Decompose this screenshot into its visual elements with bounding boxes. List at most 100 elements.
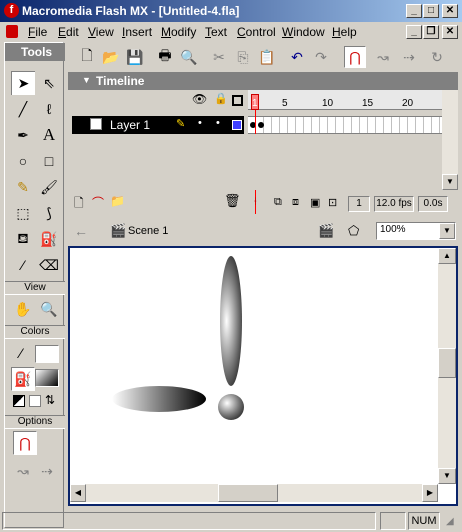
paint-bucket-tool-icon[interactable]: ⛽	[37, 227, 61, 251]
keyframe-2[interactable]	[258, 122, 264, 128]
layer-color-swatch[interactable]	[232, 120, 242, 130]
fill-transform-tool-icon[interactable]: ⟆	[37, 201, 61, 225]
edit-scene-icon[interactable]: 🎬	[318, 223, 334, 239]
fill-color-icon[interactable]: ⛽	[11, 367, 35, 391]
copy-icon[interactable]: ⎘	[232, 46, 254, 68]
redo-icon[interactable]: ↷	[310, 46, 332, 68]
horizontal-gradient-ellipse[interactable]	[112, 386, 206, 412]
layer-blank-area	[72, 134, 244, 190]
frame-number-5: 5	[282, 98, 288, 109]
black-white-icon[interactable]	[13, 395, 25, 407]
menu-file[interactable]: File	[28, 25, 47, 39]
edit-symbols-icon[interactable]: ⬠	[348, 223, 359, 239]
onion-outline-icon[interactable]: ⧈	[292, 196, 299, 209]
text-tool-icon[interactable]: A	[37, 123, 61, 147]
timeline-layers-panel: 👁 🔒 Layer 1 ✎ • • 🗋 ⌒ 📁 🗑	[68, 90, 246, 214]
line-tool-icon[interactable]: ╱	[11, 97, 35, 121]
save-icon[interactable]: 💾	[124, 46, 146, 68]
scene-name[interactable]: Scene 1	[128, 225, 168, 237]
onion-markers-icon[interactable]: ⊡	[328, 196, 337, 209]
arrow-tool-icon[interactable]: ➤	[11, 71, 35, 95]
layer-row[interactable]: Layer 1 ✎ • •	[72, 116, 244, 134]
visible-dot[interactable]: •	[198, 117, 202, 129]
scene-bar: ← 🎬 Scene 1 🎬 ⬠ 100% ▼	[68, 218, 458, 244]
scroll-up-arrow-icon[interactable]: ▲	[438, 248, 456, 264]
frame-rate-field[interactable]: 12.0 fps	[374, 196, 414, 212]
brush-tool-icon[interactable]: 🖌	[37, 175, 61, 199]
subselect-tool-icon[interactable]: ⇖	[37, 71, 61, 95]
scroll-up-icon[interactable]: ▼	[442, 174, 458, 190]
pencil-tool-icon[interactable]: ✎	[11, 175, 35, 199]
main-toolbar: 🗋 📂 💾 🖶 🔍 ✂ ⎘ 📋 ↶ ↷ ⋂ ↝ ⇢ ↻	[68, 0, 462, 70]
zoom-select[interactable]: 100% ▼	[376, 222, 456, 240]
option-smooth-icon[interactable]: ↝	[11, 459, 35, 483]
stage-horizontal-scrollbar[interactable]: ◀ ▶	[70, 484, 438, 502]
zoom-tool-icon[interactable]: 🔍	[37, 297, 61, 321]
resize-grip-icon[interactable]: ◢	[446, 516, 454, 527]
pen-tool-icon[interactable]: ✒	[11, 123, 35, 147]
gradient-circle[interactable]	[218, 394, 244, 420]
collapse-arrow-icon[interactable]: ▼	[82, 75, 91, 85]
delete-layer-icon[interactable]: 🗑	[224, 193, 241, 209]
zoom-value: 100%	[380, 224, 406, 235]
eyedropper-tool-icon[interactable]: ⁄	[11, 253, 35, 277]
stroke-color-icon[interactable]: ⁄	[9, 341, 33, 365]
scene-icon: 🎬	[110, 223, 127, 238]
vertical-scroll-thumb[interactable]	[438, 348, 456, 378]
layer-name[interactable]: Layer 1	[110, 118, 150, 132]
cut-icon[interactable]: ✂	[208, 46, 230, 68]
option-straighten-icon[interactable]: ⇢	[35, 459, 59, 483]
free-transform-tool-icon[interactable]: ⬚	[11, 201, 35, 225]
back-arrow-icon[interactable]: ←	[74, 223, 88, 239]
chevron-down-icon[interactable]: ▼	[439, 223, 455, 239]
no-color-icon[interactable]	[29, 395, 41, 407]
vertical-gradient-ellipse[interactable]	[220, 256, 242, 386]
eraser-tool-icon[interactable]: ⌫	[37, 253, 61, 277]
stage[interactable]	[70, 248, 438, 484]
scroll-right-arrow-icon[interactable]: ▶	[422, 484, 438, 502]
rotate-icon[interactable]: ↻	[426, 46, 448, 68]
frame-number-20: 20	[402, 98, 414, 109]
smooth-icon[interactable]: ↝	[372, 46, 394, 68]
outline-icon[interactable]	[232, 95, 243, 106]
hand-tool-icon[interactable]: ✋	[11, 297, 35, 321]
new-file-icon[interactable]: 🗋	[76, 46, 98, 68]
current-frame-field: 1	[348, 196, 370, 212]
tools-panel: Tools ➤ ⇖ ╱ ℓ ✒ A ○ □ ✎ 🖌 ⬚ ⟆ ⛾ ⛽ ⁄ ⌫ Vi…	[4, 42, 65, 528]
eye-icon[interactable]: 👁	[192, 92, 207, 106]
view-section-label: View	[5, 281, 65, 295]
print-icon[interactable]: 🖶	[154, 46, 176, 68]
undo-icon[interactable]: ↶	[286, 46, 308, 68]
edit-multiple-icon[interactable]: ▣	[310, 196, 320, 209]
lock-icon[interactable]: 🔒	[214, 92, 228, 105]
add-folder-icon[interactable]: 📁	[110, 194, 125, 208]
horizontal-scroll-thumb[interactable]	[218, 484, 278, 502]
scroll-left-arrow-icon[interactable]: ◀	[70, 484, 86, 502]
stroke-color-swatch[interactable]	[35, 345, 59, 363]
scroll-down-arrow-icon[interactable]: ▼	[438, 468, 456, 484]
rectangle-tool-icon[interactable]: □	[37, 149, 61, 173]
paste-icon[interactable]: 📋	[256, 46, 278, 68]
open-folder-icon[interactable]: 📂	[100, 46, 122, 68]
straighten-icon[interactable]: ⇢	[398, 46, 420, 68]
swap-colors-icon[interactable]: ⇅	[45, 393, 55, 407]
center-frame-icon[interactable]: ⍿	[254, 196, 257, 209]
ink-bottle-tool-icon[interactable]: ⛾	[11, 227, 35, 251]
frame-cells[interactable]	[248, 116, 442, 134]
timeline-vertical-scrollbar[interactable]: ▼	[442, 90, 458, 190]
lock-dot[interactable]: •	[216, 117, 220, 129]
oval-tool-icon[interactable]: ○	[11, 149, 35, 173]
lasso-tool-icon[interactable]: ℓ	[37, 97, 61, 121]
add-layer-icon[interactable]: 🗋	[74, 194, 84, 215]
add-guide-layer-icon[interactable]: ⌒	[92, 194, 104, 211]
stage-vertical-scrollbar[interactable]: ▲ ▼	[438, 248, 456, 484]
num-lock-indicator: NUM	[408, 512, 440, 530]
snap-magnet-icon[interactable]: ⋂	[344, 46, 366, 68]
onion-skin-icon[interactable]: ⧉	[274, 196, 282, 209]
fill-color-swatch[interactable]	[35, 369, 59, 387]
snap-to-objects-icon[interactable]: ⋂	[13, 431, 37, 455]
document-icon[interactable]	[6, 25, 18, 38]
tools-title: Tools	[5, 43, 65, 61]
print-preview-icon[interactable]: 🔍	[178, 46, 200, 68]
timeline-header[interactable]: ▼ Timeline	[68, 72, 458, 90]
